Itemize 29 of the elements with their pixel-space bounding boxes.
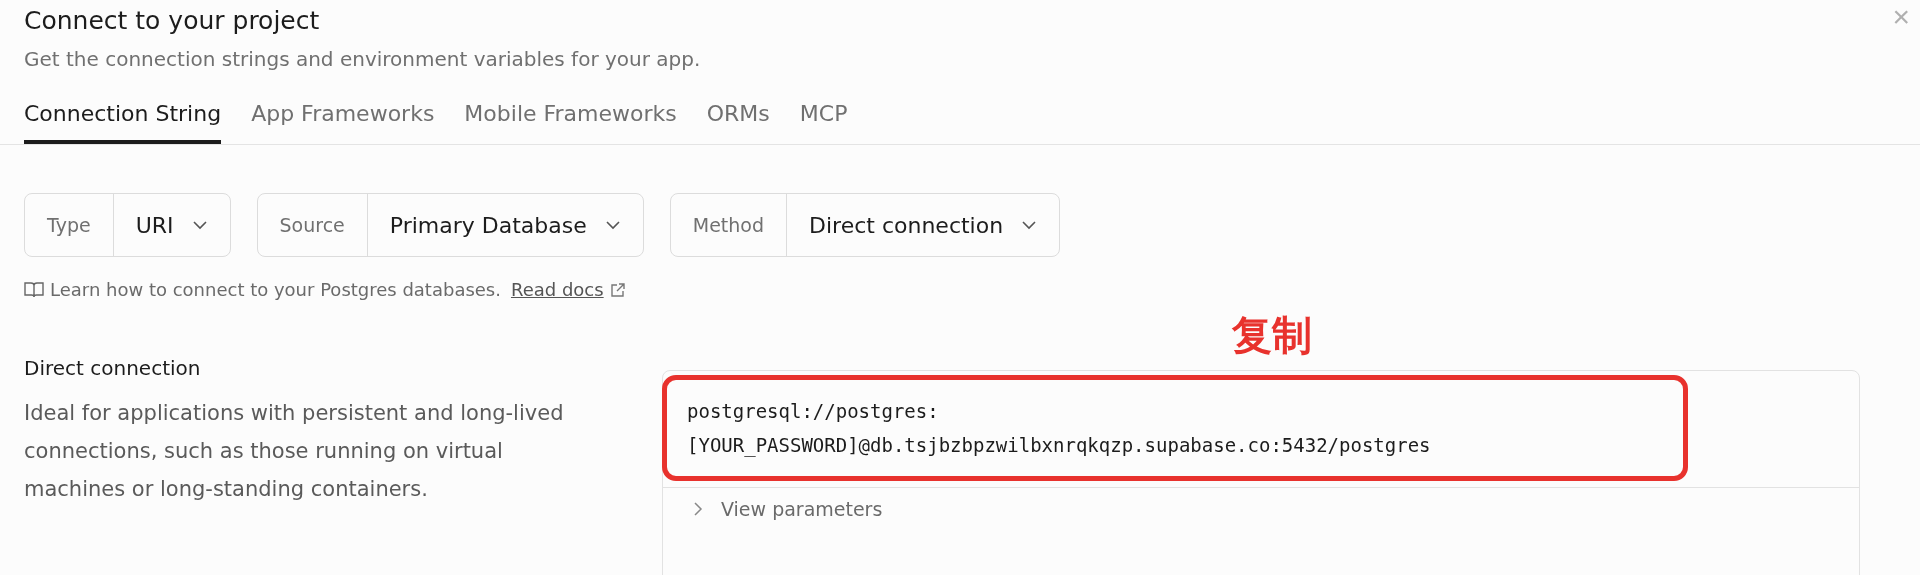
dropdown[interactable]: Source Primary Database xyxy=(256,193,644,257)
caret-icon xyxy=(1021,220,1038,230)
external-link-icon xyxy=(609,281,626,298)
chevron-icon xyxy=(693,502,703,516)
dropdown-value: URI xyxy=(135,212,174,238)
section-description: Ideal for applications with persistent and long-lived connections, such as those running on virtual machines or long-standing containers. xyxy=(24,400,565,503)
tab[interactable]: MCP xyxy=(799,101,848,144)
dropdown-label: Method xyxy=(670,194,788,256)
dropdown[interactable]: Type URI xyxy=(24,193,231,257)
caret-icon xyxy=(604,220,621,230)
dropdown-label: Source xyxy=(257,194,368,256)
tab[interactable]: Connection String xyxy=(24,101,222,144)
read-docs-link[interactable]: Read docs xyxy=(510,279,604,300)
view-parameters-toggle[interactable]: View parameters xyxy=(663,487,1859,530)
help-text: Learn how to connect to your Postgres databases. xyxy=(50,279,501,300)
section-title: Direct connection xyxy=(24,356,202,380)
dropdown-value: Primary Database xyxy=(389,212,587,238)
tab[interactable]: Mobile Frameworks xyxy=(464,101,677,144)
dialog-subtitle: Get the connection strings and environment variables for your app. xyxy=(24,47,701,71)
connection-string: postgresql://postgres: [YOUR_PASSWORD]@db.tsjbzbpzwilbxnrqkqzp.supabase.co:5432/postgres xyxy=(687,399,1432,459)
caret-icon xyxy=(191,220,208,230)
dialog-title: Connect to your project xyxy=(24,6,320,35)
tab[interactable]: ORMs xyxy=(706,101,770,144)
tab[interactable]: App Frameworks xyxy=(251,101,435,144)
book-icon xyxy=(24,280,44,299)
annotation-label: 复制 xyxy=(1232,311,1312,360)
dropdown[interactable]: Method Direct connection xyxy=(669,193,1061,257)
dropdown-value: Direct connection xyxy=(809,212,1004,238)
dropdown-label: Type xyxy=(25,194,114,256)
